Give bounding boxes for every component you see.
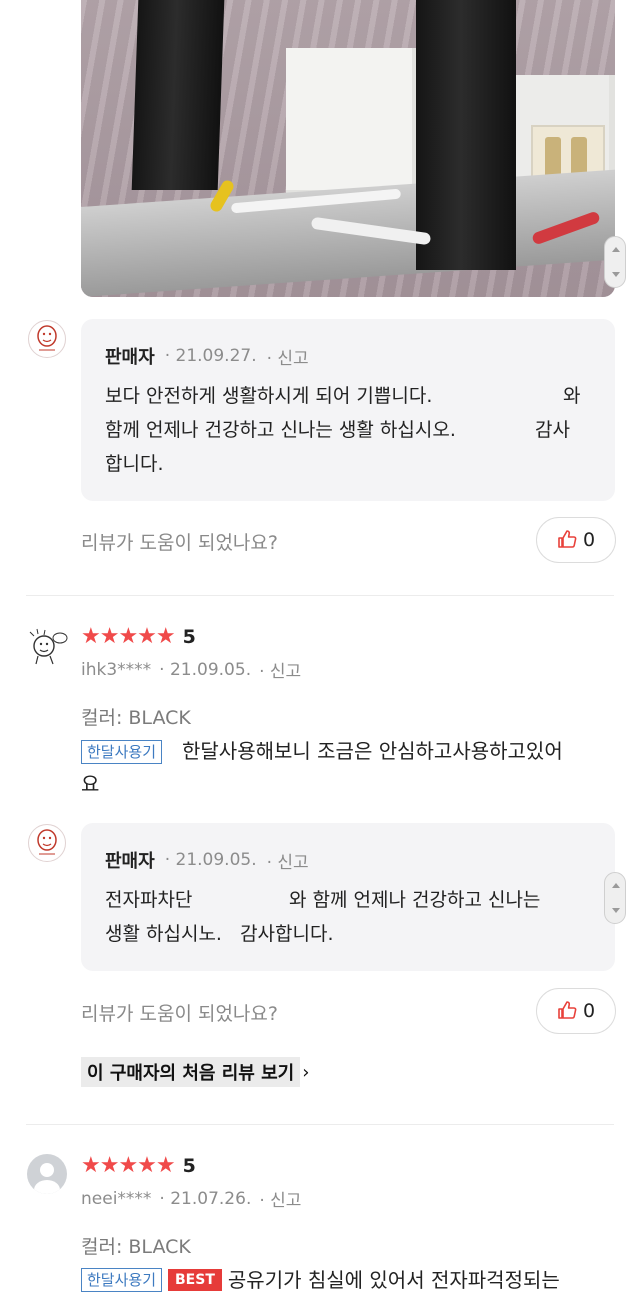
seller-name: 판매자 [105, 851, 155, 872]
review-date: · 21.09.05. [159, 659, 252, 680]
photo-white-box [286, 48, 418, 196]
product-option: 컬러: BLACK [81, 707, 191, 729]
first-review-link[interactable]: 이 구매자의 처음 리뷰 보기 › [81, 1057, 309, 1087]
doodle-avatar-icon [29, 628, 68, 665]
helpful-question: 리뷰가 도움이 되었나요? [81, 1003, 278, 1025]
seller-logo-icon [37, 325, 57, 351]
review-rating: ★★★★★ 5 [81, 1153, 196, 1178]
review-meta: ihk3**** · 21.09.05. · 신고 [81, 657, 301, 683]
review-rating: ★★★★★ 5 [81, 624, 196, 649]
star-rating-icons: ★★★★★ [81, 1153, 176, 1178]
review-text[interactable]: 한달사용해보니 조금은 안심하고사용하고있어 요 [81, 735, 621, 801]
thumbs-up-icon [557, 1000, 577, 1023]
reply-header: 판매자 · 21.09.27. · 신고 [105, 343, 309, 369]
best-badge: BEST [168, 1269, 222, 1291]
review-meta: neei**** · 21.07.26. · 신고 [81, 1186, 301, 1212]
scrollbar-handle[interactable] [604, 872, 626, 924]
like-count: 0 [582, 529, 596, 551]
reply-date: · 21.09.05. [164, 850, 257, 870]
photo-strap-left [131, 0, 225, 190]
reply-text: 보다 안전하게 생활하시게 되어 기쁩니다. 와 함께 언제나 건강하고 신나는 … [105, 385, 581, 475]
review-tags: 한달사용기 BEST 공유기가 침실에 있어서 전자파걱정되는 [81, 1268, 560, 1292]
seller-logo-icon [37, 829, 57, 855]
like-button[interactable]: 0 [536, 517, 616, 563]
review-date: · 21.07.26. [159, 1188, 252, 1209]
rating-value: 5 [182, 625, 196, 648]
review-divider [26, 1124, 614, 1125]
helpful-question: 리뷰가 도움이 되었나요? [81, 532, 278, 554]
review-photo[interactable]: ⤡ [81, 0, 615, 297]
chevron-right-icon: › [302, 1061, 310, 1083]
seller-avatar [28, 824, 66, 862]
reviewer-avatar [26, 626, 70, 670]
star-rating-icons: ★★★★★ [81, 624, 176, 649]
reviewer-name: neei**** [81, 1188, 152, 1209]
photo-strap-right [416, 0, 516, 270]
reply-header: 판매자 · 21.09.05. · 신고 [105, 847, 309, 873]
tag-month-use: 한달사용기 [81, 1268, 163, 1292]
like-button[interactable]: 0 [536, 988, 616, 1034]
reviewer-name: ihk3**** [81, 659, 152, 680]
report-link[interactable]: · 신고 [267, 344, 309, 369]
default-avatar-icon [27, 1154, 67, 1194]
seller-avatar [28, 320, 66, 358]
seller-reply-box: 판매자 · 21.09.05. · 신고 전자파차단 와 함께 언제나 건강하고 … [81, 823, 615, 971]
review-divider [26, 595, 614, 596]
seller-reply-box: 판매자 · 21.09.27. · 신고 보다 안전하게 생활하시게 되어 기쁩… [81, 319, 615, 501]
like-count: 0 [582, 1000, 596, 1022]
scrollbar-handle[interactable] [604, 236, 626, 288]
rating-value: 5 [182, 1154, 196, 1177]
thumbs-up-icon [557, 529, 577, 552]
reply-date: · 21.09.27. [164, 346, 257, 366]
seller-name: 판매자 [105, 347, 155, 368]
report-link[interactable]: · 신고 [259, 657, 301, 682]
review-text[interactable]: 공유기가 침실에 있어서 전자파걱정되는 [228, 1268, 560, 1292]
report-link[interactable]: · 신고 [259, 1186, 301, 1211]
report-link[interactable]: · 신고 [267, 848, 309, 873]
product-option: 컬러: BLACK [81, 1236, 191, 1258]
reply-text: 전자파차단 와 함께 언제나 건강하고 신나는 생활 하십시노. 감사합니다. [105, 889, 541, 945]
